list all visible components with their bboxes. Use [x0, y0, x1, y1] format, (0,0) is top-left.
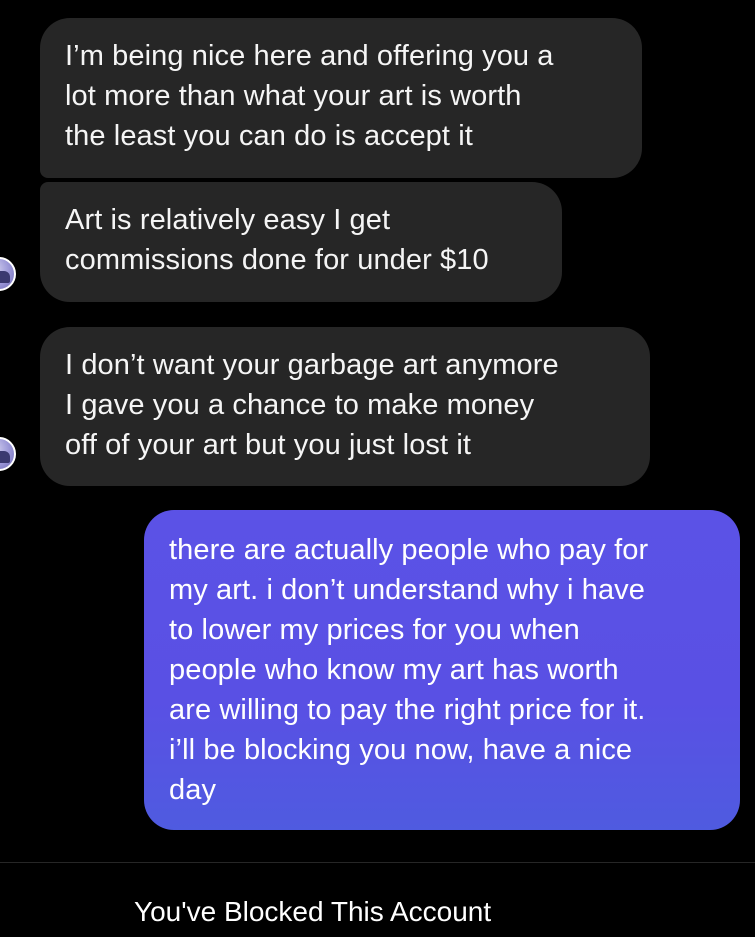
sender-avatar[interactable] [0, 257, 16, 291]
blocked-account-notice: You've Blocked This Account [134, 896, 492, 927]
sent-message-bubble[interactable]: there are actually people who pay for my… [144, 510, 740, 830]
message-thread: I’m being nice here and offering you a l… [0, 0, 755, 862]
received-message-bubble[interactable]: I’m being nice here and offering you a l… [40, 18, 642, 178]
received-message-bubble[interactable]: Art is relatively easy I get commissions… [40, 182, 562, 302]
received-message-bubble[interactable]: I don’t want your garbage art anymore I … [40, 327, 650, 486]
sender-avatar[interactable] [0, 437, 16, 471]
